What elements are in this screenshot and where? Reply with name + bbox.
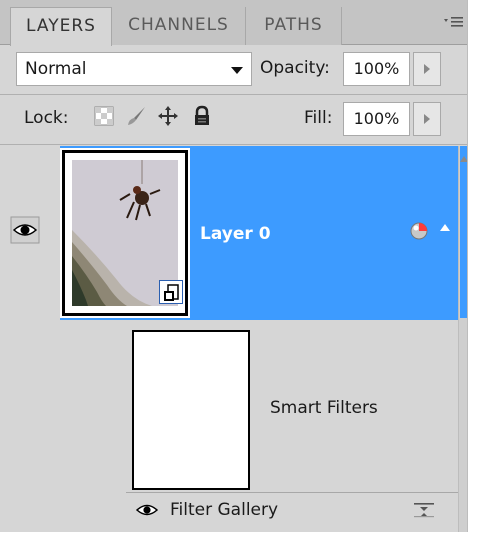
smart-object-icon [159,280,183,304]
divider [0,94,467,95]
collapse-arrow-icon[interactable] [440,224,450,231]
lock-transparent-pixels-icon[interactable] [92,104,116,128]
filter-gallery-row[interactable]: Filter Gallery [126,492,458,526]
opacity-slider-button[interactable] [413,52,441,86]
fill-label: Fill: [304,108,333,128]
layer-thumbnail [60,148,190,318]
filter-gallery-visibility-toggle[interactable] [135,502,159,518]
blend-mode-select[interactable]: Normal [16,52,252,86]
filter-gallery-label: Filter Gallery [170,500,279,520]
chevron-down-icon [231,67,243,74]
lock-all-icon[interactable] [190,104,214,128]
smart-filters-label: Smart Filters [270,398,378,418]
layers-panel: LAYERS CHANNELS PATHS Normal Opacity: 10… [0,0,468,532]
layer-visibility-toggle[interactable] [8,216,52,246]
opacity-label: Opacity: [260,58,330,78]
fill-slider-button[interactable] [413,102,441,136]
tab-channels[interactable]: CHANNELS [112,7,246,45]
scroll-up-icon[interactable] [460,156,467,162]
smart-filters-mask-thumbnail[interactable] [132,330,250,490]
scrollbar-thumb[interactable] [460,146,467,318]
panel-menu-icon[interactable] [442,12,466,32]
panel-tab-bar: LAYERS CHANNELS PATHS [0,0,467,46]
tab-paths[interactable]: PATHS [246,7,342,45]
divider [0,144,467,145]
layer-list: Layer 0 Smart Filters Filter Gallery [0,146,467,532]
filter-blending-options-icon[interactable] [412,501,436,519]
fill-input[interactable]: 100% [343,102,410,136]
lock-image-pixels-icon[interactable] [124,104,148,128]
layer-row-selected[interactable]: Layer 0 [60,146,458,320]
tab-layers[interactable]: LAYERS [10,7,112,46]
smart-filters-row[interactable]: Smart Filters [60,320,458,490]
blend-mode-value: Normal [25,59,87,79]
smart-filter-indicator-icon[interactable] [410,222,428,240]
lock-position-icon[interactable] [156,104,180,128]
layer-name[interactable]: Layer 0 [200,224,271,244]
lock-label: Lock: [24,108,69,128]
opacity-input[interactable]: 100% [343,52,410,86]
layers-scrollbar[interactable] [458,146,467,532]
